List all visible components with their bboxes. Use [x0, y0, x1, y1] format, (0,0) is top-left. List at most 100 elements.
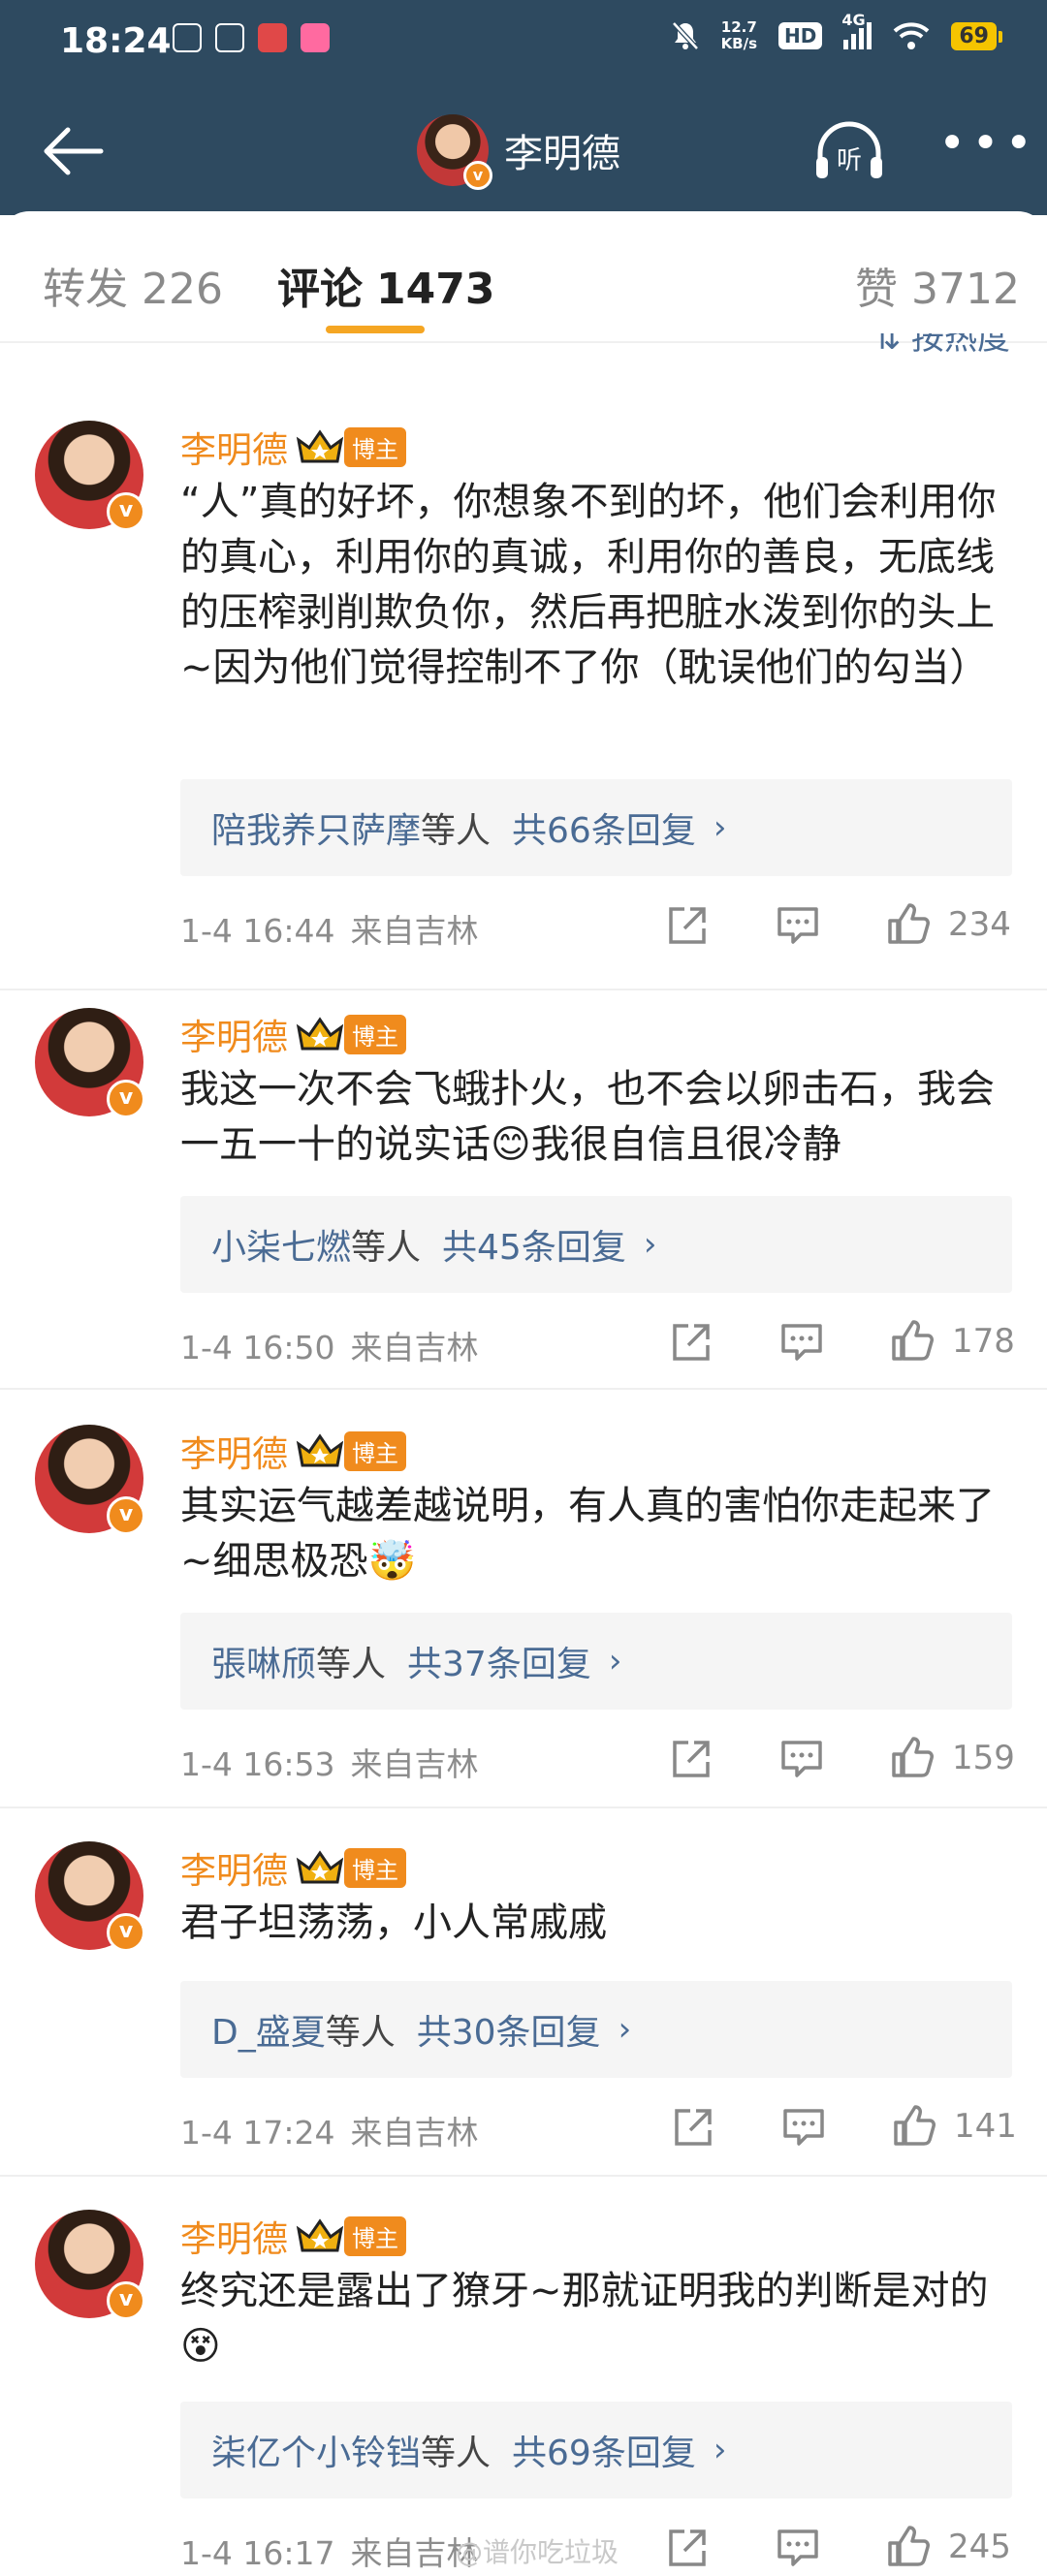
hd-icon: HD: [778, 22, 823, 49]
like-count: 159: [952, 1739, 1015, 1777]
battery-indicator: 69: [951, 21, 1002, 50]
avatar[interactable]: v: [35, 421, 145, 531]
like-count: 245: [948, 2528, 1011, 2566]
crown-icon: [296, 1433, 344, 1467]
verified-badge-icon: v: [463, 161, 492, 190]
comment-text: “人”真的好坏，你想象不到的坏，他们会利用你的真心，利用你的真诚，利用你的善良，…: [180, 480, 997, 690]
comment-text: 终究还是露出了獠牙~那就证明我的判断是对的😵: [180, 2269, 989, 2369]
author-badge: 博主: [344, 2215, 406, 2256]
avatar[interactable]: v: [35, 1841, 145, 1952]
crown-icon: [296, 2218, 344, 2252]
navigation-bar: v 李明德 听 •••: [0, 103, 1047, 200]
comment-username[interactable]: 李明德: [180, 2210, 288, 2262]
comment-meta: 1-4 16:17 来自吉林: [180, 2534, 479, 2572]
comment-header: 李明德 博主: [180, 1008, 406, 1060]
like-count: 178: [952, 1322, 1015, 1361]
title-username: 李明德: [504, 132, 620, 176]
network-speed: 12.7 KB/s: [720, 18, 758, 52]
comment-username[interactable]: 李明德: [180, 1841, 288, 1894]
chevron-right-icon: ›: [643, 1225, 657, 1264]
author-badge: 博主: [344, 1430, 406, 1471]
avatar: v: [417, 114, 492, 190]
replies-summary[interactable]: D_盛夏 等人 共30条回复 ›: [180, 1981, 1012, 2078]
share-icon[interactable]: [671, 2105, 715, 2150]
chevron-right-icon: ›: [618, 2010, 632, 2049]
avatar[interactable]: v: [35, 1008, 145, 1118]
replies-summary[interactable]: 張啉颀 等人 共37条回复 ›: [180, 1613, 1012, 1710]
like-count: 234: [948, 905, 1011, 944]
status-bar: 18:24 12.7 KB/s HD 4G 69: [0, 0, 1047, 83]
comment-meta: 1-4 16:44 来自吉林: [180, 912, 479, 950]
verified-badge-icon: v: [107, 492, 145, 531]
comment-meta: 1-4 17:24 来自吉林: [180, 2114, 479, 2152]
app-header: 18:24 12.7 KB/s HD 4G 69 v 李明德 听 •••: [0, 0, 1047, 215]
notification-app-icon: [215, 23, 244, 52]
verified-badge-icon: v: [107, 1913, 145, 1952]
verified-badge-icon: v: [107, 2281, 145, 2320]
like-count: 141: [954, 2107, 1017, 2146]
notification-app-icon: [258, 23, 287, 52]
share-icon[interactable]: [665, 903, 710, 948]
comment-header: 李明德 博主: [180, 421, 406, 473]
author-badge: 博主: [344, 1014, 406, 1054]
wifi-icon: [894, 22, 930, 49]
svg-text:听: 听: [837, 146, 862, 175]
comment-item: v 李明德 博主 君子坦荡荡，小人常戚戚 D_盛夏 等人 共30条回复 › 1-4 1…: [0, 1838, 1047, 2177]
share-icon[interactable]: [669, 1320, 714, 1365]
tab-reposts[interactable]: 转发 226: [43, 254, 223, 316]
comment-username[interactable]: 李明德: [180, 1008, 288, 1060]
comment-text: 君子坦荡荡，小人常戚戚: [180, 1901, 607, 1945]
like-thumb-icon[interactable]: [890, 1735, 935, 1779]
mute-bell-icon: [671, 21, 699, 50]
author-badge: 博主: [344, 426, 406, 467]
replies-summary[interactable]: 小柒七燃 等人 共45条回复 ›: [180, 1196, 1012, 1293]
comment-icon[interactable]: [776, 903, 820, 948]
crown-icon: [296, 1850, 344, 1884]
notification-icons: [173, 23, 330, 52]
comment-icon[interactable]: [781, 2105, 826, 2150]
comment-item: v 李明德 博主 终究还是露出了獠牙~那就证明我的判断是对的😵 柒亿个小铃铛 等人…: [0, 2206, 1047, 2576]
watermark-text: @谱你吃垃圾: [456, 2536, 619, 2568]
tab-bar: 转发 226 评论 1473 赞 3712: [0, 211, 1047, 343]
comment-icon[interactable]: [776, 2526, 820, 2570]
like-thumb-icon[interactable]: [886, 901, 931, 946]
chevron-right-icon: ›: [608, 1642, 622, 1681]
back-arrow-icon[interactable]: [39, 122, 107, 180]
comment-header: 李明德 博主: [180, 2210, 406, 2262]
replies-summary[interactable]: 柒亿个小铃铛 等人 共69条回复 ›: [180, 2402, 1012, 2498]
avatar[interactable]: v: [35, 2210, 145, 2320]
listen-headphones-icon[interactable]: 听: [812, 120, 886, 182]
replies-summary[interactable]: 陪我养只萨摩 等人 共66条回复 ›: [180, 779, 1012, 876]
more-options-icon[interactable]: •••: [938, 120, 1032, 178]
comment-icon[interactable]: [779, 1320, 824, 1365]
crown-icon: [296, 1017, 344, 1051]
share-icon[interactable]: [665, 2526, 710, 2570]
tab-likes[interactable]: 赞 3712: [855, 254, 1020, 316]
like-thumb-icon[interactable]: [892, 2103, 936, 2148]
like-thumb-icon[interactable]: [890, 1318, 935, 1363]
like-thumb-icon[interactable]: [886, 2524, 931, 2568]
verified-badge-icon: v: [107, 1496, 145, 1535]
comment-header: 李明德 博主: [180, 1425, 406, 1477]
sort-by-hot-button[interactable]: ⇅ 按热度: [873, 333, 1010, 353]
status-time: 18:24: [60, 21, 172, 61]
tab-comments[interactable]: 评论 1473: [277, 254, 494, 316]
verified-badge-icon: v: [107, 1080, 145, 1118]
author-badge: 博主: [344, 1847, 406, 1888]
comment-icon[interactable]: [779, 1737, 824, 1781]
comment-item: v 李明德 博主 “人”真的好坏，你想象不到的坏，他们会利用你的真心，利用你的真…: [0, 417, 1047, 990]
share-icon[interactable]: [669, 1737, 714, 1781]
comment-text: 其实运气越差越说明，有人真的害怕你走起来了~细思极恐🤯: [180, 1484, 995, 1584]
notification-app-icon: [173, 23, 202, 52]
comment-text: 我这一次不会飞蛾扑火，也不会以卵击石，我会一五一十的说实话😊我很自信且很冷静: [180, 1067, 995, 1167]
avatar[interactable]: v: [35, 1425, 145, 1535]
page-title[interactable]: v 李明德: [417, 114, 620, 190]
chevron-right-icon: ›: [713, 808, 727, 847]
comment-header: 李明德 博主: [180, 1841, 406, 1894]
comment-item: v 李明德 博主 我这一次不会飞蛾扑火，也不会以卵击石，我会一五一十的说实话😊我…: [0, 1004, 1047, 1390]
comment-username[interactable]: 李明德: [180, 1425, 288, 1477]
comment-meta: 1-4 16:53 来自吉林: [180, 1745, 479, 1783]
comment-meta: 1-4 16:50 来自吉林: [180, 1329, 479, 1367]
comment-username[interactable]: 李明德: [180, 421, 288, 473]
status-indicators: 12.7 KB/s HD 4G 69: [671, 11, 1002, 52]
